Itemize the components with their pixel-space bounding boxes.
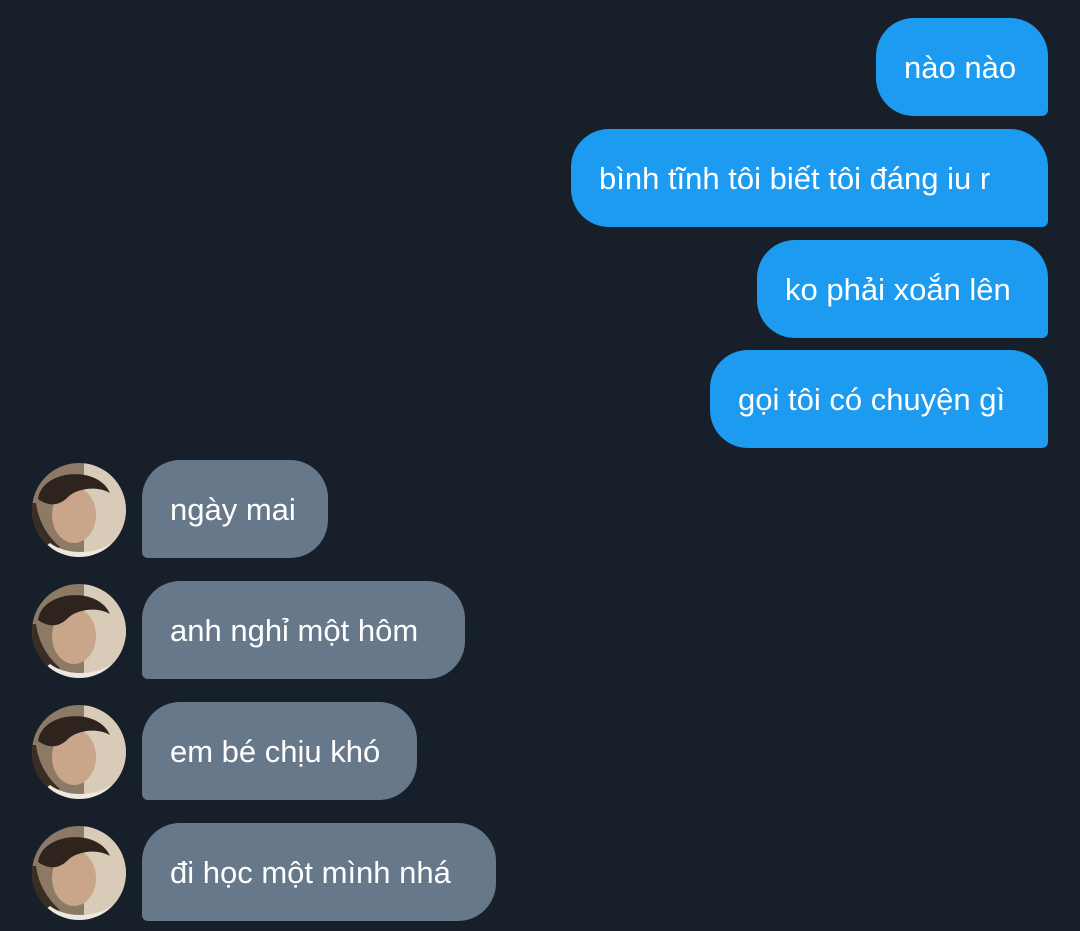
sent-message-bubble[interactable]: gọi tôi có chuyện gì: [710, 350, 1048, 448]
message-text: em bé chịu khó: [170, 733, 381, 769]
message-text: bình tĩnh tôi biết tôi đáng iu r: [599, 160, 991, 196]
message-text: anh nghỉ một hôm: [170, 612, 419, 648]
contact-avatar[interactable]: [32, 705, 126, 799]
message-text: ko phải xoắn lên: [785, 271, 1011, 307]
sent-message-bubble[interactable]: ko phải xoắn lên: [757, 240, 1048, 338]
contact-avatar[interactable]: [32, 826, 126, 920]
avatar-photo-icon: [32, 463, 126, 557]
message-text: đi học một mình nhá: [170, 854, 451, 890]
sent-message-bubble[interactable]: nào nào: [876, 18, 1048, 116]
received-message-bubble[interactable]: anh nghỉ một hôm: [142, 581, 465, 679]
received-message-bubble[interactable]: đi học một mình nhá: [142, 823, 496, 921]
message-text: nào nào: [904, 49, 1017, 85]
message-text: gọi tôi có chuyện gì: [738, 381, 1006, 417]
avatar-photo-icon: [32, 705, 126, 799]
received-message-bubble[interactable]: em bé chịu khó: [142, 702, 417, 800]
contact-avatar[interactable]: [32, 463, 126, 557]
message-text: ngày mai: [170, 491, 296, 527]
avatar-photo-icon: [32, 584, 126, 678]
avatar-photo-icon: [32, 826, 126, 920]
chat-thread: nào nào bình tĩnh tôi biết tôi đáng iu r…: [0, 0, 1080, 931]
sent-message-bubble[interactable]: bình tĩnh tôi biết tôi đáng iu r: [571, 129, 1048, 227]
received-message-bubble[interactable]: ngày mai: [142, 460, 328, 558]
contact-avatar[interactable]: [32, 584, 126, 678]
